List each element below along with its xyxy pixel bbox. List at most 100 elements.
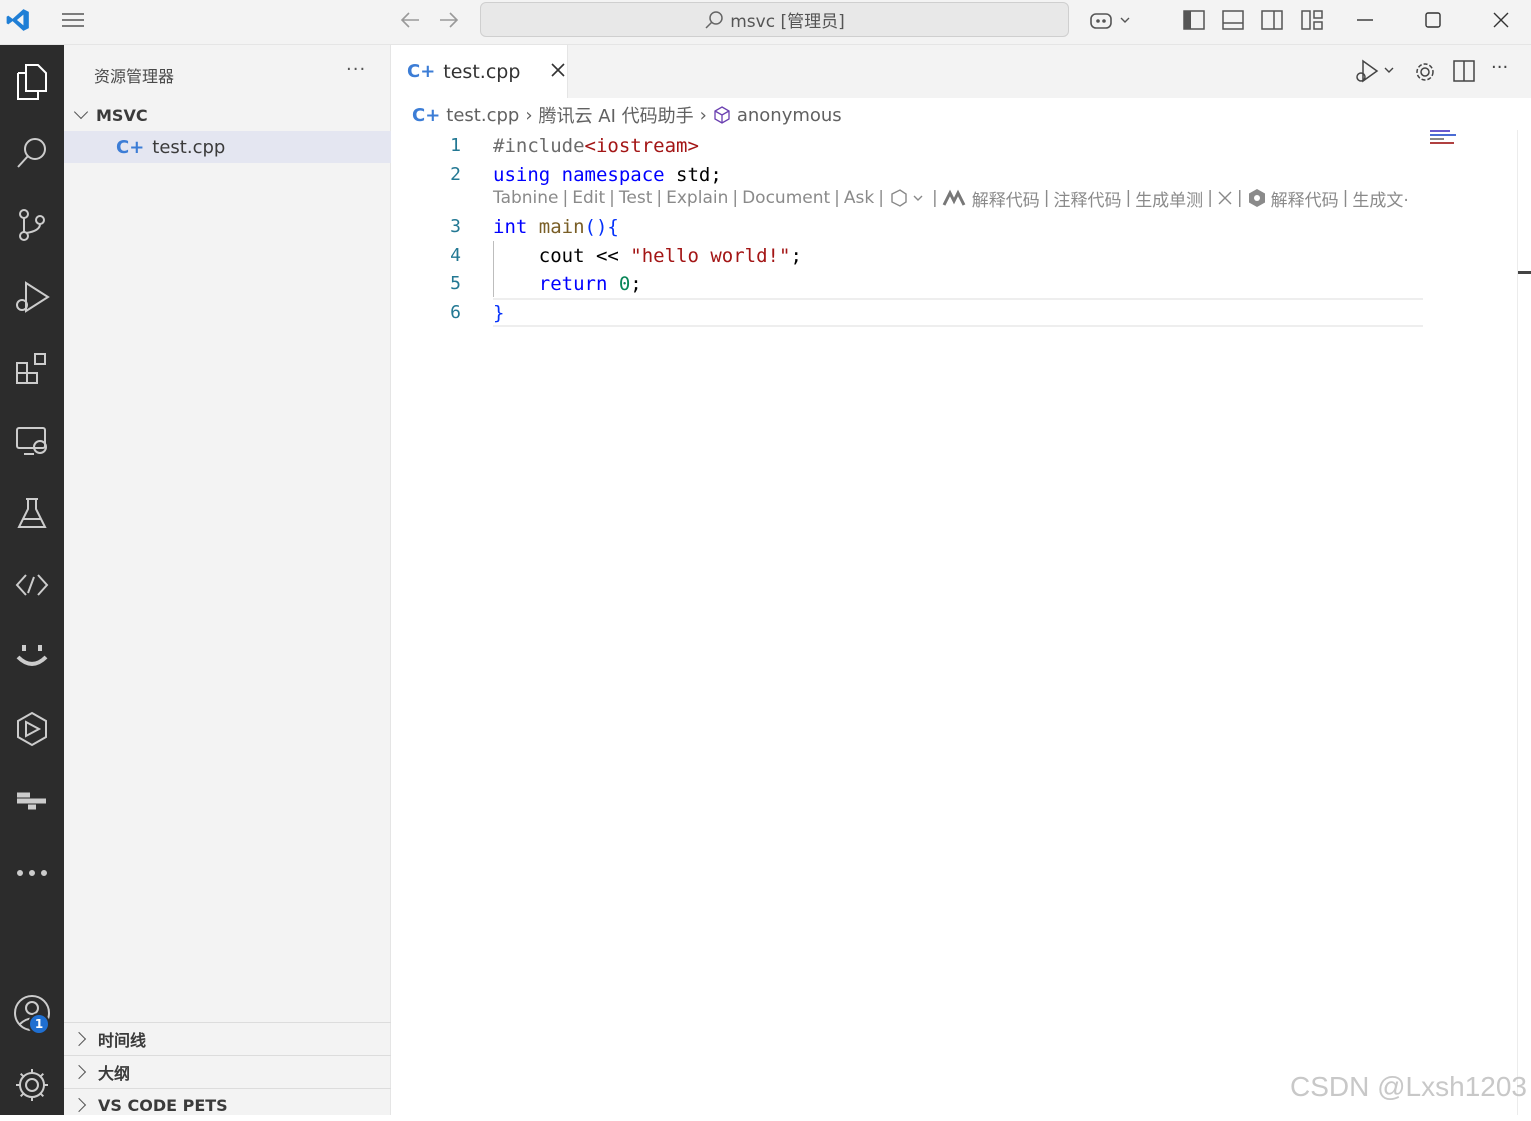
codelens-edit[interactable]: Edit bbox=[572, 188, 605, 208]
container-icon[interactable] bbox=[0, 697, 64, 761]
token-text: std; bbox=[664, 163, 722, 186]
toggle-sidebar-icon[interactable] bbox=[1180, 0, 1208, 40]
token-keyword: return bbox=[493, 272, 608, 295]
token-punct: ; bbox=[630, 272, 642, 295]
search-icon[interactable] bbox=[0, 121, 64, 185]
remote-explorer-icon[interactable] bbox=[0, 409, 64, 473]
chevron-right-icon bbox=[71, 1097, 87, 1113]
accounts-badge: 1 bbox=[28, 1013, 50, 1035]
testing-icon[interactable] bbox=[0, 481, 64, 545]
ai-assistant-logo-icon bbox=[942, 189, 966, 206]
run-debug-dropdown-icon[interactable] bbox=[1351, 57, 1397, 89]
copilot-icon[interactable] bbox=[1086, 0, 1134, 40]
codelens-ask[interactable]: Ask bbox=[844, 188, 874, 208]
tabnine-icon[interactable] bbox=[0, 625, 64, 689]
tabnine-logo-icon[interactable] bbox=[888, 188, 928, 208]
editor-more-icon[interactable]: ··· bbox=[1491, 57, 1508, 78]
token-directive: #include bbox=[493, 134, 585, 157]
code-line[interactable]: 5 return 0; bbox=[391, 269, 1431, 298]
token-string: "hello world!" bbox=[630, 244, 791, 267]
live-share-icon[interactable] bbox=[0, 553, 64, 617]
search-text: msvc [管理员] bbox=[730, 12, 845, 32]
close-icon[interactable] bbox=[1486, 0, 1516, 40]
editor-tab-bar: C+ test.cpp ··· bbox=[391, 45, 1531, 98]
token-header: <iostream> bbox=[584, 134, 699, 157]
folder-label: MSVC bbox=[96, 105, 148, 125]
codelens-explain[interactable]: Explain bbox=[666, 188, 728, 208]
chevron-down-icon bbox=[73, 104, 89, 120]
cpp-file-icon: C+ bbox=[412, 104, 441, 126]
token-number: 0 bbox=[618, 272, 631, 295]
code-line[interactable]: 1 #include<iostream> bbox=[391, 131, 1431, 160]
codelens-document[interactable]: Document bbox=[742, 188, 830, 208]
menu-icon[interactable] bbox=[58, 0, 88, 40]
codelens-tabnine[interactable]: Tabnine bbox=[493, 188, 559, 208]
docker-icon[interactable] bbox=[0, 769, 64, 833]
breadcrumb-symbol[interactable]: anonymous bbox=[737, 105, 842, 126]
explorer-icon[interactable] bbox=[0, 49, 64, 113]
minimize-icon[interactable] bbox=[1350, 0, 1380, 40]
codelens-close-icon[interactable] bbox=[1217, 190, 1233, 206]
minimap[interactable] bbox=[1430, 130, 1460, 144]
token-punct: ; bbox=[790, 244, 802, 267]
toggle-panel-icon[interactable] bbox=[1219, 0, 1247, 40]
tab-label: test.cpp bbox=[443, 60, 521, 83]
token-text: cout << bbox=[493, 244, 631, 267]
accounts-icon[interactable]: 1 bbox=[0, 981, 64, 1045]
section-outline[interactable]: 大纲 bbox=[64, 1055, 391, 1088]
codelens-test[interactable]: Test bbox=[619, 188, 652, 208]
breadcrumb-file[interactable]: test.cpp bbox=[446, 105, 519, 126]
section-vscode-pets[interactable]: VS CODE PETS bbox=[64, 1088, 391, 1121]
code-line[interactable]: 3 int main(){ bbox=[391, 212, 1431, 241]
run-debug-icon[interactable] bbox=[0, 265, 64, 329]
file-label: test.cpp bbox=[152, 136, 226, 158]
chevron-right-icon bbox=[71, 1031, 87, 1047]
search-icon bbox=[705, 10, 723, 29]
toggle-secondary-sidebar-icon[interactable] bbox=[1258, 0, 1286, 40]
code-line[interactable]: 4 cout << "hello world!"; bbox=[391, 241, 1431, 270]
token-punct: } bbox=[493, 301, 505, 324]
settings-gear-icon[interactable] bbox=[1413, 60, 1437, 88]
codelens-comment-cn[interactable]: 注释代码 bbox=[1053, 186, 1121, 211]
command-center-search[interactable]: msvc [管理员] bbox=[480, 2, 1069, 37]
sidebar-title: 资源管理器 bbox=[94, 67, 175, 86]
section-label: 时间线 bbox=[98, 1031, 147, 1050]
cpp-file-icon: C+ bbox=[116, 136, 145, 158]
source-control-icon[interactable] bbox=[0, 193, 64, 257]
codelens-explain-cn-2[interactable]: 解释代码 bbox=[1271, 186, 1339, 211]
line-number: 5 bbox=[450, 273, 461, 294]
line-number: 6 bbox=[450, 302, 461, 323]
token-punct: (){ bbox=[584, 215, 619, 238]
indent-guide bbox=[493, 241, 494, 297]
file-test-cpp[interactable]: C+ test.cpp bbox=[64, 131, 391, 163]
vertical-scrollbar[interactable] bbox=[1517, 130, 1531, 1115]
section-timeline[interactable]: 时间线 bbox=[64, 1022, 391, 1055]
token-keyword: int bbox=[493, 215, 528, 238]
breadcrumb-scope[interactable]: 腾讯云 AI 代码助手 bbox=[539, 102, 694, 128]
extensions-icon[interactable] bbox=[0, 337, 64, 401]
codelens-explain-cn[interactable]: 解释代码 bbox=[972, 186, 1040, 211]
code-line[interactable]: 6 } bbox=[391, 298, 1431, 327]
breadcrumb-separator-icon: › bbox=[525, 104, 533, 126]
scrollbar-cursor-marker bbox=[1518, 271, 1531, 274]
forward-arrow-icon[interactable] bbox=[435, 0, 463, 40]
tab-close-icon[interactable] bbox=[550, 61, 566, 83]
manage-gear-icon[interactable] bbox=[0, 1053, 64, 1117]
more-icon[interactable] bbox=[0, 841, 64, 905]
tab-test-cpp[interactable]: C+ test.cpp bbox=[391, 45, 568, 98]
breadcrumb: C+ test.cpp › 腾讯云 AI 代码助手 › anonymous bbox=[412, 100, 842, 130]
customize-layout-icon[interactable] bbox=[1298, 0, 1326, 40]
split-editor-icon[interactable] bbox=[1453, 60, 1475, 86]
symbol-namespace-icon bbox=[714, 106, 730, 124]
codelens-gen-doc-cn[interactable]: 生成文· bbox=[1352, 186, 1408, 211]
line-number: 4 bbox=[450, 245, 461, 266]
codelens-gen-test-cn[interactable]: 生成单测 bbox=[1135, 186, 1203, 211]
sidebar-more-button[interactable]: ··· bbox=[346, 59, 366, 80]
back-arrow-icon[interactable] bbox=[396, 0, 424, 40]
token-keyword: using bbox=[493, 163, 551, 186]
folder-msvc[interactable]: MSVC bbox=[64, 101, 391, 129]
explorer-sidebar: 资源管理器 ··· MSVC C+ test.cpp 时间线 大纲 VS COD… bbox=[64, 45, 391, 1115]
line-number: 2 bbox=[450, 164, 461, 185]
maximize-icon[interactable] bbox=[1418, 0, 1448, 40]
